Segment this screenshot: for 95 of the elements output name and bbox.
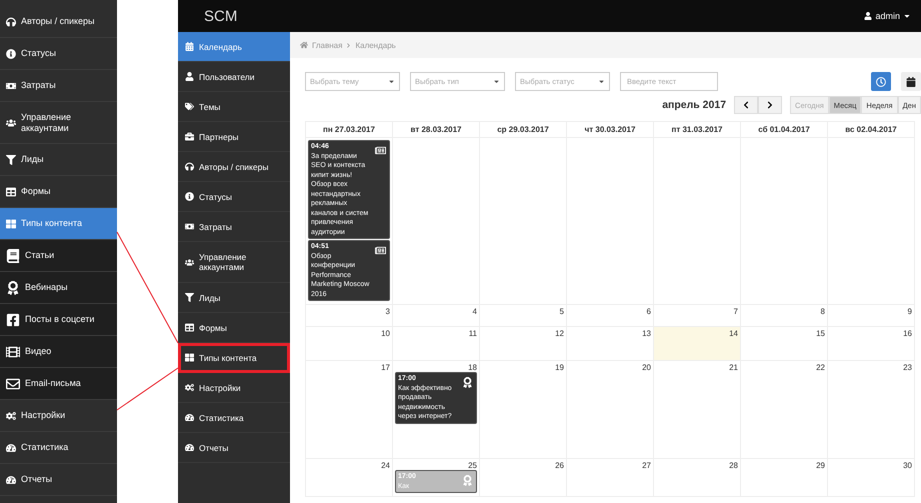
calendar-button[interactable] — [901, 72, 921, 91]
column-header: пн 27.03.2017 — [306, 121, 393, 138]
headset-icon — [6, 16, 16, 26]
facebook-icon — [6, 312, 20, 326]
day-number: 27 — [642, 461, 651, 470]
day-number: 21 — [729, 363, 738, 372]
users-icon — [6, 118, 16, 128]
user-menu[interactable]: admin — [864, 11, 911, 21]
clock-icon — [876, 76, 886, 86]
grid-icon — [185, 353, 194, 362]
column-header: чт 30.03.2017 — [567, 121, 654, 138]
day-number: 15 — [816, 329, 825, 338]
day-number: 30 — [903, 461, 912, 470]
day-number: 9 — [908, 307, 912, 316]
headset-icon — [185, 162, 194, 171]
briefcase-icon — [185, 132, 194, 141]
month-title: апрель 2017 — [662, 99, 726, 111]
film-icon — [6, 344, 20, 358]
day-number: 7 — [734, 307, 738, 316]
sidebar-item[interactable]: Типы контента — [178, 343, 290, 373]
day-number: 22 — [816, 363, 825, 372]
day-number: 19 — [555, 363, 564, 372]
sidebar-item[interactable]: Календарь — [178, 32, 290, 62]
day-number: 14 — [729, 329, 738, 338]
envelope-icon — [6, 376, 20, 390]
day-number: 23 — [903, 363, 912, 372]
info-icon — [185, 192, 194, 201]
column-header: вт 28.03.2017 — [393, 121, 480, 138]
column-header: вс 02.04.2017 — [828, 121, 915, 138]
leader-line — [116, 368, 178, 410]
day-number: 25 — [468, 461, 477, 470]
table-icon — [185, 323, 194, 332]
calendar-icon — [906, 76, 916, 86]
day-number: 16 — [903, 329, 912, 338]
submenu-item[interactable]: Видео — [0, 336, 117, 368]
clock-button[interactable] — [871, 72, 891, 91]
document-icon — [375, 245, 386, 256]
day-number: 11 — [468, 329, 477, 338]
award-icon — [462, 377, 473, 388]
day-number: 6 — [646, 307, 651, 316]
gears-icon — [6, 410, 16, 420]
column-header: пт 31.03.2017 — [654, 121, 741, 138]
gears-icon — [185, 383, 194, 392]
day-number: 8 — [820, 307, 825, 316]
users-icon — [185, 258, 194, 266]
money-icon — [6, 80, 16, 90]
submenu-item[interactable]: Статьи — [0, 240, 117, 272]
filter-icon — [6, 154, 16, 164]
caret-icon — [598, 78, 605, 85]
user-icon — [185, 72, 194, 81]
prev-button[interactable] — [734, 96, 758, 114]
dashboard-icon — [6, 474, 16, 484]
day-number: 24 — [381, 461, 390, 470]
menu-item[interactable]: Типы контента — [0, 208, 117, 240]
award-icon — [6, 280, 20, 294]
submenu-item[interactable]: Посты в соцсети — [0, 304, 117, 336]
submenu-item[interactable]: Вебинары — [0, 272, 117, 304]
chevron-left-icon — [742, 101, 750, 109]
day-number: 5 — [560, 307, 564, 316]
caret-icon — [903, 12, 911, 20]
user-icon — [864, 12, 872, 20]
money-icon — [185, 222, 194, 231]
home-icon — [300, 41, 308, 49]
day-number: 29 — [816, 461, 825, 470]
brand-logo: SCM — [204, 8, 238, 24]
chevron-right-icon — [766, 101, 774, 109]
caret-icon — [388, 78, 395, 85]
document-icon — [375, 145, 386, 156]
day-number: 28 — [729, 461, 738, 470]
day-number: 26 — [555, 461, 564, 470]
day-number: 18 — [468, 363, 477, 372]
dashboard-icon — [6, 442, 16, 452]
table-icon — [6, 186, 16, 196]
column-header: ср 29.03.2017 — [480, 121, 567, 138]
column-header: сб 01.04.2017 — [741, 121, 828, 138]
day-number: 3 — [386, 307, 390, 316]
calendar-icon — [185, 42, 194, 51]
caret-icon — [493, 78, 500, 85]
dashboard-icon — [185, 443, 194, 452]
info-icon — [6, 48, 16, 58]
grid-icon — [6, 218, 16, 228]
day-number: 20 — [642, 363, 651, 372]
next-button[interactable] — [758, 96, 782, 114]
day-number: 12 — [555, 329, 564, 338]
filter-icon — [185, 293, 194, 302]
award-icon — [462, 475, 473, 486]
chevron-icon — [346, 42, 352, 48]
dashboard-icon — [185, 413, 194, 422]
book-icon — [6, 248, 20, 262]
day-number: 10 — [381, 329, 390, 338]
submenu-item[interactable]: Email-письма — [0, 368, 117, 400]
tag-icon — [185, 102, 194, 111]
day-number: 13 — [642, 329, 651, 338]
day-number: 17 — [381, 363, 390, 372]
day-number: 4 — [472, 307, 477, 316]
